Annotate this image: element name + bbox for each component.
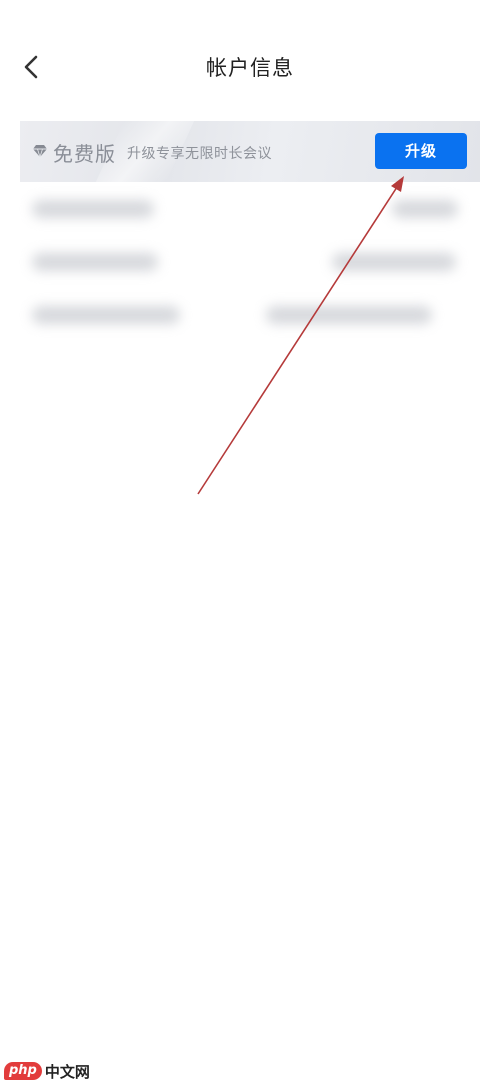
watermark-site-name: 中文网 [44,1062,90,1081]
blurred-label [32,200,154,218]
account-info-page: 帐户信息 免费版 升级专享无限时长会议 升级 php 中文网 [0,0,500,1084]
info-row [30,196,460,226]
info-row [30,249,460,279]
blurred-value [266,306,432,324]
site-watermark: php 中文网 [0,1058,90,1084]
diamond-icon [33,145,47,157]
top-nav-bar: 帐户信息 [0,0,500,130]
plan-name: 免费版 [53,142,116,166]
page-title: 帐户信息 [206,56,294,80]
blurred-label [32,253,158,271]
plan-banner: 免费版 升级专享无限时长会议 升级 [20,121,480,182]
upgrade-button[interactable]: 升级 [375,133,467,169]
blurred-value [332,253,456,271]
blurred-value [392,200,458,218]
blurred-label [32,306,180,324]
plan-description: 升级专享无限时长会议 [127,146,272,162]
watermark-badge: php [4,1062,42,1080]
info-row [30,302,460,332]
